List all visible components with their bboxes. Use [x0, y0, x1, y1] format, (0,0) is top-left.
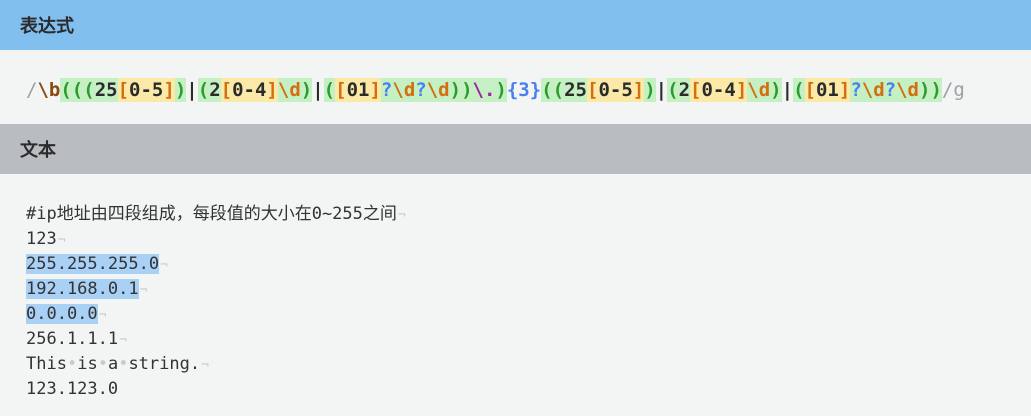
regex-token: [ — [804, 78, 816, 102]
text-line: This•is•a•string.¬ — [26, 352, 1031, 377]
text-header: 文本 — [0, 124, 1031, 174]
expression-title: 表达式 — [20, 16, 74, 36]
regex-token: | — [655, 79, 668, 101]
regex-token: ( — [60, 78, 72, 102]
regex-token: ) — [919, 78, 931, 102]
eol-marker: ¬ — [57, 233, 66, 248]
regex-token: ( — [793, 78, 805, 102]
regex-token: [ — [690, 78, 702, 102]
regex-token: \. — [472, 78, 496, 102]
regex-token: ? — [380, 78, 393, 102]
regex-token: [ — [117, 78, 130, 102]
text-line: #ip地址由四段组成，每段值的大小在0~255之间¬ — [26, 202, 1031, 227]
eol-marker: ¬ — [201, 358, 209, 373]
regex-token: \d — [861, 78, 885, 102]
regex-token: 2 — [678, 78, 691, 102]
regex-token: {3} — [506, 79, 542, 101]
regex-token: ( — [541, 78, 553, 102]
regex-token: \d — [747, 78, 771, 102]
regex-token: ) — [461, 78, 473, 102]
regex-token: | — [186, 79, 198, 101]
regex-token: [ — [220, 78, 233, 102]
regex-token: /g — [941, 79, 965, 101]
line-text: 255.255.255.0 — [26, 254, 160, 274]
text-title: 文本 — [20, 140, 56, 160]
regex-token: ) — [770, 78, 782, 102]
regex-token: ) — [495, 78, 507, 102]
regex-token: \d — [426, 78, 450, 102]
text-line: 256.1.1.1¬ — [26, 327, 1031, 352]
regex-token: ] — [735, 78, 748, 102]
eol-marker: ¬ — [160, 258, 168, 273]
regex-token: ] — [838, 78, 851, 102]
regex-token: 0-4 — [701, 78, 736, 102]
line-text: This•is•a•string. — [26, 354, 201, 374]
expression-header: 表达式 — [0, 0, 1031, 50]
line-text: 123.123.0 — [26, 379, 119, 399]
regex-token: ) — [174, 78, 187, 102]
regex-token: ( — [667, 78, 679, 102]
regex-token: \d — [277, 78, 301, 102]
eol-marker: ¬ — [98, 308, 107, 323]
text-line: 123.123.0 — [26, 377, 1031, 402]
line-text: 192.168.0.1 — [26, 279, 139, 299]
regex-token: ? — [850, 78, 862, 102]
regex-token: ) — [644, 78, 656, 102]
regex-token: 0-5 — [129, 78, 164, 102]
matched-text-line: 192.168.0.1¬ — [26, 277, 1031, 302]
regex-token: ( — [552, 78, 565, 102]
matched-text-line: 0.0.0.0¬ — [26, 302, 1031, 327]
line-text: #ip地址由四段组成，每段值的大小在0~255之间 — [26, 204, 397, 224]
regex-token: ] — [632, 78, 645, 102]
text-editor[interactable]: #ip地址由四段组成，每段值的大小在0~255之间¬ 123¬ 255.255.25… — [0, 174, 1031, 402]
line-text: 256.1.1.1 — [26, 329, 119, 349]
expression-editor[interactable]: /\b(((25[0-5])|(2[0-4]\d)|([01]?\d?\d))\… — [0, 50, 1031, 124]
regex-token: ) — [449, 78, 462, 102]
regex-token: \d — [392, 78, 416, 102]
regex-token: ( — [83, 78, 95, 102]
regex-token: ] — [369, 78, 381, 102]
text-line: 123¬ — [26, 227, 1031, 252]
regex-token: ( — [71, 78, 84, 102]
regex-token: 01 — [815, 78, 839, 102]
regex-token: ? — [415, 78, 427, 102]
regex-token: ( — [323, 78, 336, 102]
regex-token: 25 — [94, 78, 118, 102]
regex-token: | — [781, 79, 794, 101]
regex-token: | — [312, 79, 324, 101]
regex-token: ] — [163, 78, 175, 102]
regex-token: ] — [266, 78, 278, 102]
regex-token: [ — [586, 78, 599, 102]
line-text: 0.0.0.0 — [26, 304, 98, 324]
line-text: 123 — [26, 229, 57, 249]
regex-token: ? — [884, 78, 897, 102]
regex-token: 25 — [564, 78, 587, 102]
regex-token: \d — [896, 78, 919, 102]
eol-marker: ¬ — [397, 208, 406, 223]
regex-token: 2 — [209, 78, 221, 102]
regex-token: ) — [300, 78, 313, 102]
regex-token: [ — [335, 78, 347, 102]
eol-marker: ¬ — [119, 333, 127, 348]
regex-token: ) — [930, 78, 942, 102]
regex-token: 0-5 — [598, 78, 633, 102]
eol-marker: ¬ — [139, 283, 148, 298]
regex-token: 01 — [346, 78, 370, 102]
regex-token: \b — [37, 79, 61, 101]
regex-token: 0-4 — [232, 78, 267, 102]
regex-token: ( — [197, 78, 210, 102]
regex-token: / — [26, 79, 38, 101]
matched-text-line: 255.255.255.0¬ — [26, 252, 1031, 277]
